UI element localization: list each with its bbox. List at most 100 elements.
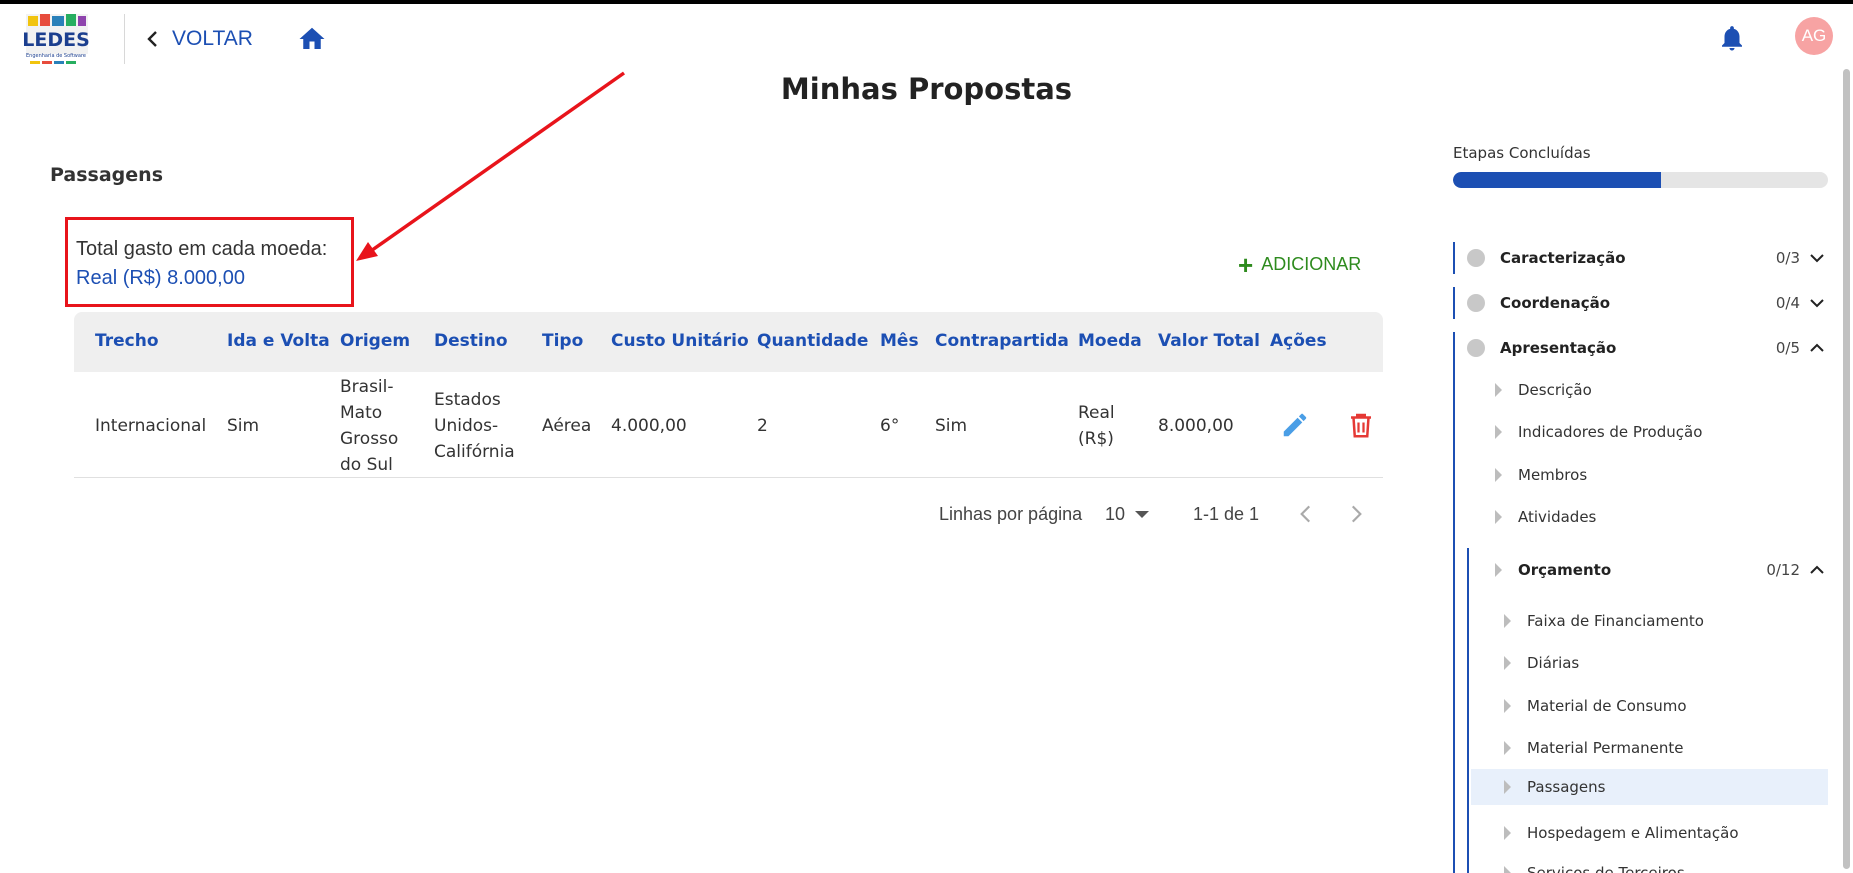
col-header-mes[interactable]: Mês — [880, 331, 919, 351]
cell-tipo: Aérea — [542, 416, 592, 436]
check-circle-icon — [1467, 339, 1485, 357]
caret-right-icon — [1504, 741, 1511, 755]
caret-right-icon — [1495, 563, 1502, 577]
cell-mes: 6° — [880, 416, 900, 436]
sidebar-item-membros[interactable]: Membros — [1495, 457, 1587, 493]
caret-right-icon — [1504, 656, 1511, 670]
logo-subtitle: Engenharia de Software — [26, 53, 86, 59]
group-name: Orçamento — [1518, 561, 1612, 579]
totals-value: Real (R$) 8.000,00 — [76, 267, 245, 289]
caret-right-icon — [1495, 383, 1502, 397]
chevron-left-icon — [147, 31, 157, 47]
chevron-up-icon — [1810, 565, 1824, 574]
section-title: Passagens — [50, 164, 163, 186]
caret-right-icon — [1504, 699, 1511, 713]
plus-icon: + — [1238, 249, 1254, 280]
caret-right-icon — [1504, 826, 1511, 840]
col-header-origem[interactable]: Origem — [340, 331, 410, 351]
group-count: 0/4 — [1775, 294, 1800, 312]
table-row: Internacional Sim Brasil- Mato Grosso do… — [74, 372, 1383, 478]
table-header: Trecho Ida e Volta Origem Destino Tipo C… — [74, 312, 1383, 372]
sidebar-item-servicos-terceiros[interactable]: Serviços de Terceiros — [1504, 855, 1685, 873]
cell-valor-total: 8.000,00 — [1158, 416, 1234, 436]
caret-down-icon — [1135, 510, 1150, 518]
etapas-progress-bar — [1453, 172, 1828, 188]
caret-right-icon — [1504, 614, 1511, 628]
page-range: 1-1 de 1 — [1193, 504, 1260, 524]
passagens-table: Trecho Ida e Volta Origem Destino Tipo C… — [74, 312, 1383, 478]
chevron-up-icon — [1810, 343, 1824, 352]
group-count: 0/5 — [1775, 339, 1800, 357]
etapas-label: Etapas Concluídas — [1453, 144, 1591, 162]
trash-icon[interactable] — [1346, 410, 1376, 440]
cell-origem: Brasil- Mato Grosso do Sul — [340, 377, 399, 475]
caret-right-icon — [1504, 866, 1511, 873]
col-header-moeda[interactable]: Moeda — [1078, 331, 1142, 351]
sidebar-item-indicadores[interactable]: Indicadores de Produção — [1495, 414, 1702, 450]
col-header-tipo[interactable]: Tipo — [542, 331, 583, 351]
group-caracterizacao[interactable]: Caracterização 0/3 — [1453, 242, 1828, 274]
col-header-valor-total[interactable]: Valor Total — [1158, 331, 1260, 351]
group-name: Coordenação — [1500, 294, 1611, 312]
col-header-acoes: Ações — [1270, 331, 1327, 351]
col-header-quantidade[interactable]: Quantidade — [757, 331, 868, 351]
rows-per-page-select[interactable]: 10 — [1105, 504, 1150, 525]
steps-sidebar: Etapas Concluídas Caracterização 0/3 Coo… — [1453, 4, 1853, 873]
add-button[interactable]: + ADICIONAR — [1238, 249, 1362, 280]
pagination: Linhas por página 10 1-1 de 1 — [0, 501, 1390, 531]
col-header-trecho[interactable]: Trecho — [95, 331, 159, 351]
col-header-contrapartida[interactable]: Contrapartida — [935, 331, 1069, 351]
group-count: 0/12 — [1766, 561, 1800, 579]
add-button-label: ADICIONAR — [1261, 254, 1362, 274]
prev-page-icon[interactable] — [1293, 501, 1319, 527]
cell-quantidade: 2 — [757, 416, 768, 436]
col-header-destino[interactable]: Destino — [434, 331, 508, 351]
caret-right-icon — [1495, 510, 1502, 524]
app-window: LEDES Engenharia de Software VOLTAR AG M… — [0, 4, 1853, 873]
ledes-logo[interactable]: LEDES Engenharia de Software — [20, 10, 92, 68]
chevron-down-icon — [1810, 299, 1824, 308]
totals-box: Total gasto em cada moeda: Real (R$) 8.0… — [65, 217, 354, 307]
caret-right-icon — [1504, 780, 1511, 794]
check-circle-icon — [1467, 294, 1485, 312]
totals-label: Total gasto em cada moeda: — [76, 238, 328, 260]
sidebar-item-diarias[interactable]: Diárias — [1504, 645, 1579, 681]
group-name: Caracterização — [1500, 249, 1626, 267]
back-button-label: VOLTAR — [172, 27, 253, 50]
logo-text: LEDES — [22, 29, 90, 51]
cell-custo-unitario: 4.000,00 — [611, 416, 687, 436]
cell-ida-volta: Sim — [227, 416, 260, 436]
sidebar-item-faixa-financiamento[interactable]: Faixa de Financiamento — [1504, 603, 1704, 639]
home-icon[interactable] — [297, 24, 327, 54]
cell-contrapartida: Sim — [935, 416, 968, 436]
group-orcamento[interactable]: Orçamento 0/12 — [1495, 552, 1828, 588]
scrollbar-thumb[interactable] — [1843, 69, 1850, 869]
next-page-icon[interactable] — [1343, 501, 1369, 527]
caret-right-icon — [1495, 425, 1502, 439]
group-coordenacao[interactable]: Coordenação 0/4 — [1453, 287, 1828, 319]
col-header-custo-unitario[interactable]: Custo Unitário — [611, 331, 749, 351]
group-count: 0/3 — [1775, 249, 1800, 267]
chevron-down-icon — [1810, 254, 1824, 263]
subgroup-marker — [1467, 548, 1469, 873]
back-button[interactable]: VOLTAR — [146, 22, 253, 56]
group-name: Apresentação — [1500, 339, 1617, 357]
sidebar-item-passagens[interactable]: Passagens — [1471, 769, 1828, 805]
edit-icon[interactable] — [1280, 410, 1310, 440]
cell-trecho: Internacional — [95, 416, 207, 436]
group-apresentacao[interactable]: Apresentação 0/5 — [1453, 332, 1828, 364]
check-circle-icon — [1467, 249, 1485, 267]
sidebar-item-hospedagem[interactable]: Hospedagem e Alimentação — [1504, 815, 1739, 851]
cell-moeda: Real (R$) — [1078, 403, 1115, 449]
header-divider — [124, 14, 125, 64]
etapas-progress-fill — [1453, 172, 1662, 188]
sidebar-item-material-consumo[interactable]: Material de Consumo — [1504, 688, 1687, 724]
rows-per-page-value: 10 — [1105, 504, 1126, 524]
rows-per-page-label: Linhas por página — [939, 504, 1083, 524]
sidebar-item-material-permanente[interactable]: Material Permanente — [1504, 730, 1684, 766]
cell-destino: Estados Unidos- Califórnia — [434, 390, 515, 462]
sidebar-item-atividades[interactable]: Atividades — [1495, 499, 1596, 535]
col-header-ida-volta[interactable]: Ida e Volta — [227, 331, 330, 351]
sidebar-item-descricao[interactable]: Descrição — [1495, 372, 1592, 408]
group-marker — [1453, 332, 1455, 873]
